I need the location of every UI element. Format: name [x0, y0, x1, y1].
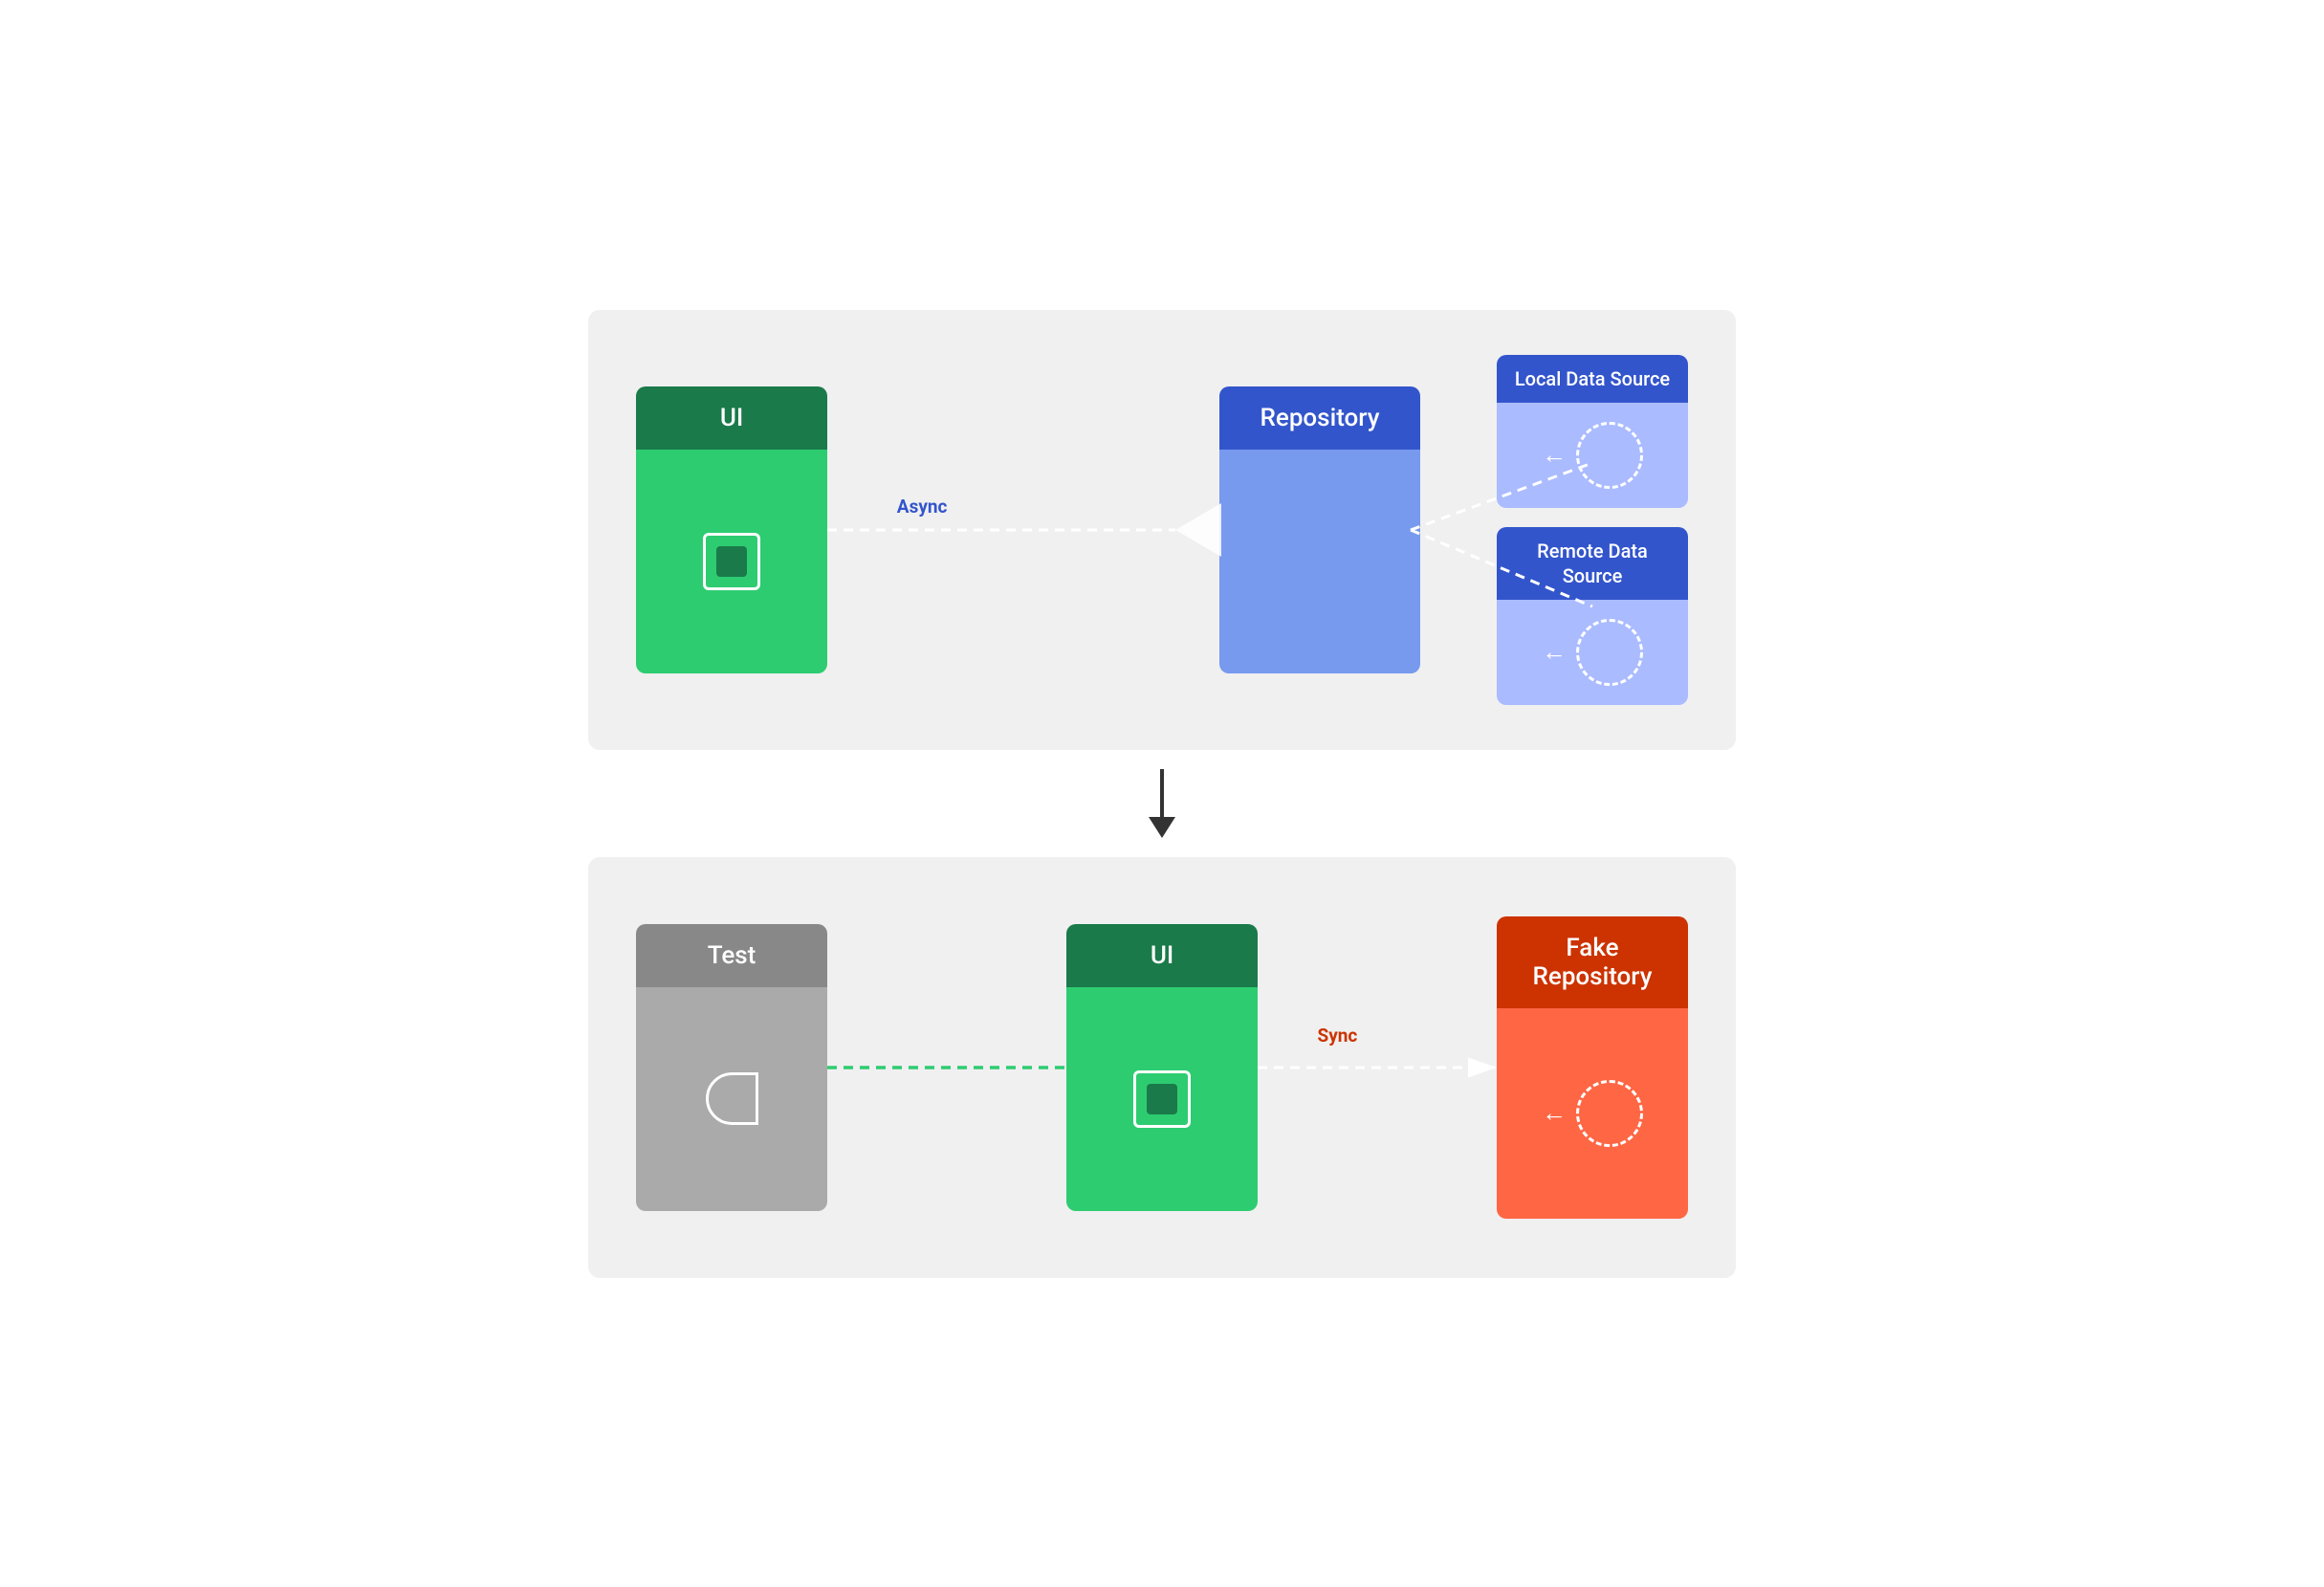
top-diagram: UI Async — [588, 310, 1736, 750]
test-label: Test — [708, 941, 756, 970]
left-arrow-remote: ← — [1542, 637, 1567, 667]
repo-arrow — [1175, 503, 1221, 557]
fake-repo-body: ← — [1497, 1008, 1688, 1219]
local-source-body: ← — [1497, 403, 1688, 508]
down-arrow-line — [1160, 769, 1164, 817]
test-block-body — [636, 987, 827, 1211]
ui-repo-connection: Async — [827, 386, 1175, 673]
local-source-label: Local Data Source — [1515, 367, 1670, 390]
sync-arrow-svg — [1258, 924, 1497, 1211]
test-ui-connection — [827, 924, 1066, 1211]
down-arrow — [1149, 750, 1175, 857]
local-source-content: ← — [1542, 422, 1643, 489]
async-arrow-svg — [827, 386, 1175, 673]
ui-label-bottom: UI — [1151, 941, 1173, 970]
repo-label: Repository — [1261, 404, 1380, 432]
test-block: Test — [636, 924, 827, 1211]
ui-block: UI — [636, 386, 827, 673]
ui-block-bottom-header: UI — [1066, 924, 1258, 987]
top-layout-row: UI Async — [636, 355, 1688, 705]
ui-square-inner — [716, 546, 747, 577]
bottom-diagram: Test UI — [588, 857, 1736, 1278]
left-arrow-local: ← — [1542, 440, 1567, 470]
remote-source-content: ← — [1542, 619, 1643, 686]
left-arrow-fake: ← — [1542, 1098, 1567, 1128]
remote-source-block: Remote Data Source ← — [1497, 527, 1688, 705]
ui-label: UI — [720, 404, 743, 432]
ui-block-bottom: UI — [1066, 924, 1258, 1211]
remote-source-body: ← — [1497, 600, 1688, 705]
down-arrow-head — [1149, 817, 1175, 838]
data-sources: Local Data Source ← Remote Data Source — [1497, 355, 1688, 705]
ui-block-bottom-body — [1066, 987, 1258, 1211]
bottom-layout-row: Test UI — [636, 916, 1688, 1219]
repo-section: Repository — [1175, 386, 1420, 673]
remote-dashed-circle — [1576, 619, 1643, 686]
remote-source-label: Remote Data Source — [1537, 540, 1648, 587]
ui-block-header: UI — [636, 386, 827, 450]
test-arrow-svg — [827, 924, 1066, 1211]
local-dashed-circle — [1576, 422, 1643, 489]
remote-source-header: Remote Data Source — [1497, 527, 1688, 600]
local-source-header: Local Data Source — [1497, 355, 1688, 403]
ui-block-body — [636, 450, 827, 673]
fake-repo-header: Fake Repository — [1497, 916, 1688, 1008]
capsule-icon — [706, 1072, 758, 1125]
ui-fakerepo-connection: Sync — [1258, 924, 1497, 1211]
repo-block: Repository — [1219, 386, 1420, 673]
fake-repo-block: Fake Repository ← — [1497, 916, 1688, 1219]
ui-square-icon — [703, 533, 760, 590]
sync-label: Sync — [1318, 1025, 1358, 1047]
main-container: UI Async — [588, 310, 1736, 1278]
repo-block-header: Repository — [1219, 386, 1420, 450]
test-block-header: Test — [636, 924, 827, 987]
fake-repo-label: Fake Repository — [1533, 934, 1653, 991]
fake-dashed-circle — [1576, 1080, 1643, 1147]
local-source-block: Local Data Source ← — [1497, 355, 1688, 508]
ui-square-icon-bottom — [1133, 1070, 1191, 1128]
ui-square-inner-bottom — [1147, 1084, 1177, 1114]
fake-repo-content: ← — [1542, 1080, 1643, 1147]
repo-arrow-container — [1175, 503, 1221, 557]
repo-block-body — [1219, 450, 1420, 673]
